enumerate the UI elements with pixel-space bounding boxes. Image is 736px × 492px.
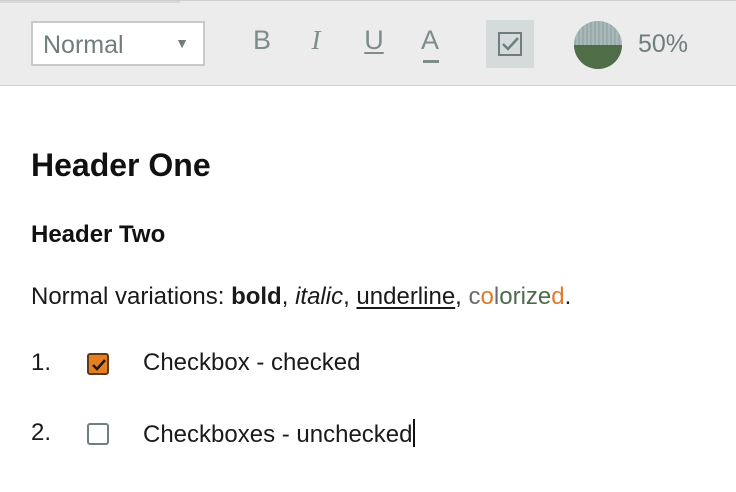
chevron-down-icon: ▼ <box>175 35 189 51</box>
list-item[interactable]: 1. Checkbox - checked <box>31 349 671 381</box>
zoom-indicator-fill <box>574 45 622 69</box>
text-cursor <box>413 419 416 447</box>
separator: , <box>455 283 469 310</box>
list-item-label-text: Checkboxes - unchecked <box>143 421 413 448</box>
list-item[interactable]: 2. Checkboxes - unchecked <box>31 419 671 451</box>
checkbox-unchecked[interactable] <box>87 423 109 445</box>
colorized-letter: z <box>525 283 538 310</box>
checkmark-icon <box>92 359 106 371</box>
text-color-icon: A <box>420 25 439 55</box>
colorized-letter: d <box>551 283 565 310</box>
text-color-button[interactable]: A <box>412 25 448 65</box>
list-item-label: Checkbox - checked <box>143 349 361 376</box>
paragraph-suffix: . <box>564 283 572 310</box>
list-number: 1. <box>31 349 52 376</box>
underline-button[interactable]: U <box>356 25 392 65</box>
zoom-indicator-empty <box>574 21 622 45</box>
colorized-letter: r <box>512 283 521 310</box>
bold-icon: B <box>252 25 271 55</box>
editor-toolbar: Normal ▼ B I U A 50% <box>0 0 736 86</box>
bold-button[interactable]: B <box>244 25 280 65</box>
block-format-select[interactable]: Normal ▼ <box>31 21 205 66</box>
colorized-letter: e <box>537 283 552 310</box>
list-item-label: Checkboxes - unchecked <box>143 419 416 449</box>
separator: , <box>343 283 357 310</box>
paragraph-prefix: Normal variations: <box>31 283 232 310</box>
italic-icon: I <box>311 25 321 55</box>
header-two[interactable]: Header Two <box>31 221 165 249</box>
paragraph-normal-variations[interactable]: Normal variations: bold, italic, underli… <box>31 283 571 311</box>
zoom-level-indicator[interactable] <box>574 21 622 69</box>
checkbox-checked[interactable] <box>87 353 109 375</box>
colorized-text: colorized <box>469 283 565 310</box>
block-format-value: Normal <box>43 31 124 59</box>
italic-text: italic <box>295 283 344 310</box>
list-number: 2. <box>31 419 52 446</box>
zoom-label: 50% <box>638 30 689 58</box>
colorized-letter: c <box>468 283 481 310</box>
underline-text: underline <box>356 283 456 310</box>
toolbar-top-accent <box>0 1 180 3</box>
bold-text: bold <box>231 283 282 310</box>
italic-button[interactable]: I <box>298 25 334 65</box>
checklist-button[interactable] <box>486 20 534 68</box>
underline-icon: U <box>364 25 384 55</box>
colorized-letter: o <box>480 283 494 310</box>
header-one[interactable]: Header One <box>31 147 211 184</box>
colorized-letter: o <box>499 283 513 310</box>
text-color-bar <box>423 60 439 63</box>
checkbox-icon <box>498 32 522 56</box>
separator: , <box>281 283 296 310</box>
